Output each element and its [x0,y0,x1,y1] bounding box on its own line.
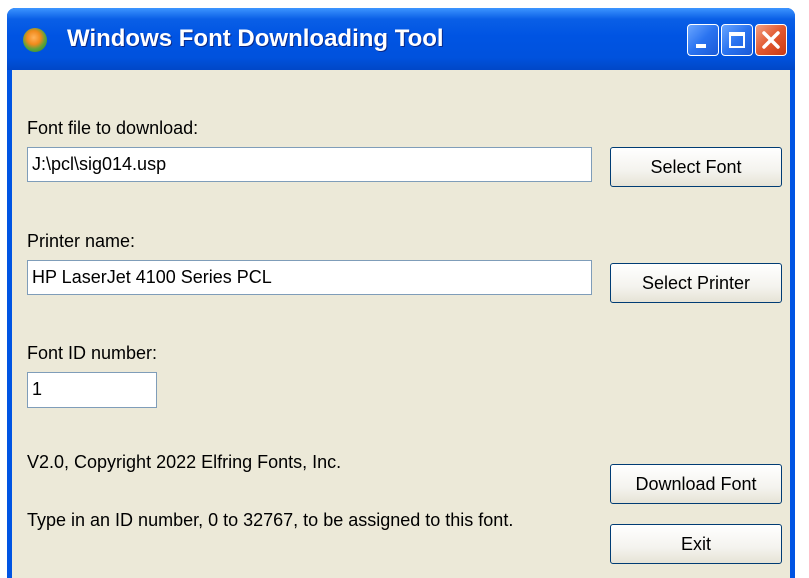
window-title: Windows Font Downloading Tool [67,25,444,52]
select-font-button[interactable]: Select Font [610,147,782,187]
exit-button[interactable]: Exit [610,524,782,564]
printer-name-input[interactable]: HP LaserJet 4100 Series PCL [27,260,592,295]
help-text: Type in an ID number, 0 to 32767, to be … [27,510,514,530]
minimize-button[interactable] [687,24,719,56]
close-button[interactable] [755,24,787,56]
printer-name-label: Printer name: [27,231,136,251]
font-file-label: Font file to download: [27,118,199,138]
select-printer-button[interactable]: Select Printer [610,263,782,303]
title-bar[interactable]: Windows Font Downloading Tool [7,8,795,70]
maximize-button[interactable] [721,24,753,56]
font-file-input[interactable]: J:\pcl\sig014.usp [27,147,592,182]
minimize-icon [696,44,706,48]
client-area: Font file to download: J:\pcl\sig014.usp… [12,70,790,578]
close-icon [762,31,780,49]
app-icon [23,28,47,52]
font-id-input[interactable]: 1 [27,372,157,408]
download-font-button[interactable]: Download Font [610,464,782,504]
version-copyright-text: V2.0, Copyright 2022 Elfring Fonts, Inc. [27,452,342,472]
font-id-label: Font ID number: [27,343,158,363]
maximize-icon [729,32,745,48]
app-window: Windows Font Downloading Tool Font file … [7,8,795,578]
